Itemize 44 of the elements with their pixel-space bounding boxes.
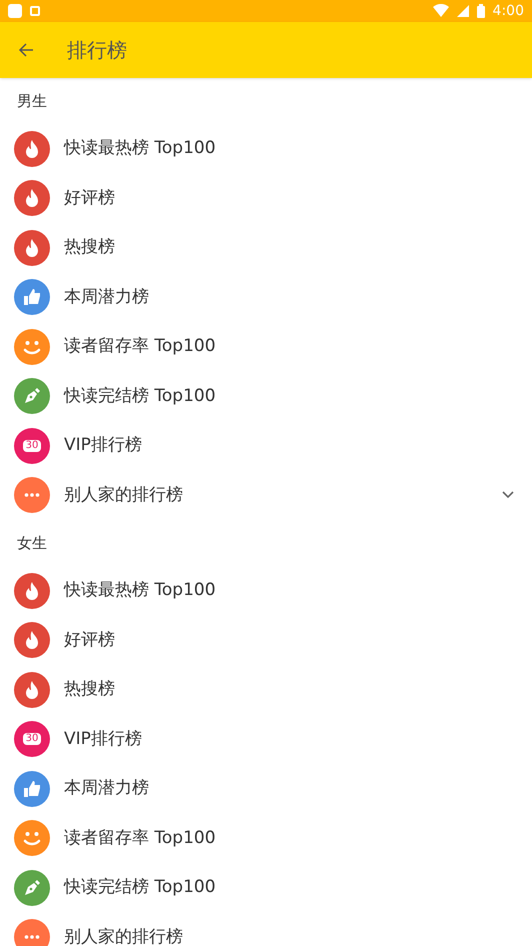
page-title: 排行榜 (67, 37, 127, 64)
ticket-icon: 30 (14, 721, 50, 758)
ranking-list-item[interactable]: 30 VIP排行榜 (0, 421, 532, 470)
ranking-list-item[interactable]: 热搜榜 (0, 223, 532, 272)
section-header: 女生 (17, 532, 47, 554)
ranking-list-item[interactable]: 读者留存率 Top100 (0, 322, 532, 372)
item-label: 好评榜 (64, 186, 116, 210)
item-label: VIP排行榜 (64, 728, 143, 750)
ranking-list-item[interactable]: 别人家的排行榜 (0, 470, 532, 520)
ticket-icon: 30 (14, 428, 50, 464)
ranking-list-item[interactable]: 快读最热榜 Top100 (0, 566, 532, 616)
item-label: 本周潜力榜 (64, 286, 150, 308)
item-label: 快读最热榜 Top100 (64, 579, 217, 602)
item-label: 热搜榜 (64, 236, 116, 259)
item-label: 好评榜 (64, 628, 116, 652)
item-label: VIP排行榜 (64, 434, 143, 457)
ranking-list-item[interactable]: 别人家的排行榜 (0, 912, 532, 946)
item-label: 读者留存率 Top100 (64, 826, 217, 850)
ranking-list-item[interactable]: 快读最热榜 Top100 (0, 124, 532, 174)
signal-icon (456, 5, 469, 17)
status-time: 4:00 (492, 2, 524, 20)
ranking-list-item[interactable]: 快读完结榜 Top100 (0, 863, 532, 912)
wifi-icon (432, 4, 449, 18)
item-label: 别人家的排行榜 (64, 926, 184, 946)
item-label: 本周潜力榜 (64, 777, 150, 800)
ranking-list-item[interactable]: 热搜榜 (0, 665, 532, 714)
ranking-list-item[interactable]: 本周潜力榜 (0, 764, 532, 814)
ranking-list-item[interactable]: 快读完结榜 Top100 (0, 372, 532, 421)
item-label: 快读完结榜 Top100 (64, 876, 217, 899)
app-notification-icon (8, 4, 22, 18)
ranking-list-item[interactable]: 本周潜力榜 (0, 272, 532, 322)
section-header: 男生 (17, 90, 47, 112)
item-label: 读者留存率 Top100 (64, 335, 217, 358)
ranking-list-item[interactable]: 读者留存率 Top100 (0, 814, 532, 863)
item-label: 热搜榜 (64, 678, 116, 701)
notification-icon (30, 6, 40, 16)
ranking-list-item[interactable]: 好评榜 (0, 174, 532, 223)
back-arrow-icon (18, 42, 34, 58)
ranking-list-item[interactable]: 30 VIP排行榜 (0, 714, 532, 764)
ranking-list-item[interactable]: 好评榜 (0, 616, 532, 665)
item-label: 快读完结榜 Top100 (64, 384, 217, 408)
item-label: 快读最热榜 Top100 (64, 137, 217, 160)
battery-icon (476, 4, 485, 18)
item-label: 别人家的排行榜 (64, 484, 184, 506)
